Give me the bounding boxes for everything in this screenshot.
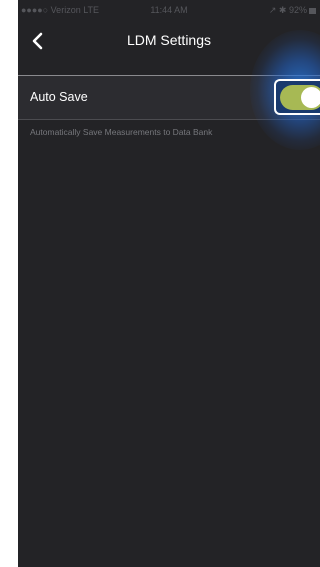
auto-save-label: Auto Save xyxy=(30,90,88,104)
battery-icon xyxy=(309,7,316,14)
battery-status: ↗ ✱ 92% xyxy=(269,0,316,20)
battery-label: ↗ ✱ 92% xyxy=(268,5,307,15)
status-bar: ●●●●○ Verizon LTE 11:44 AM ↗ ✱ 92% xyxy=(18,0,320,20)
auto-save-toggle[interactable] xyxy=(280,85,320,110)
auto-save-description: Automatically Save Measurements to Data … xyxy=(30,127,213,137)
app-screen: ●●●●○ Verizon LTE 11:44 AM ↗ ✱ 92% LDM S… xyxy=(18,0,320,567)
toggle-knob xyxy=(301,87,320,108)
